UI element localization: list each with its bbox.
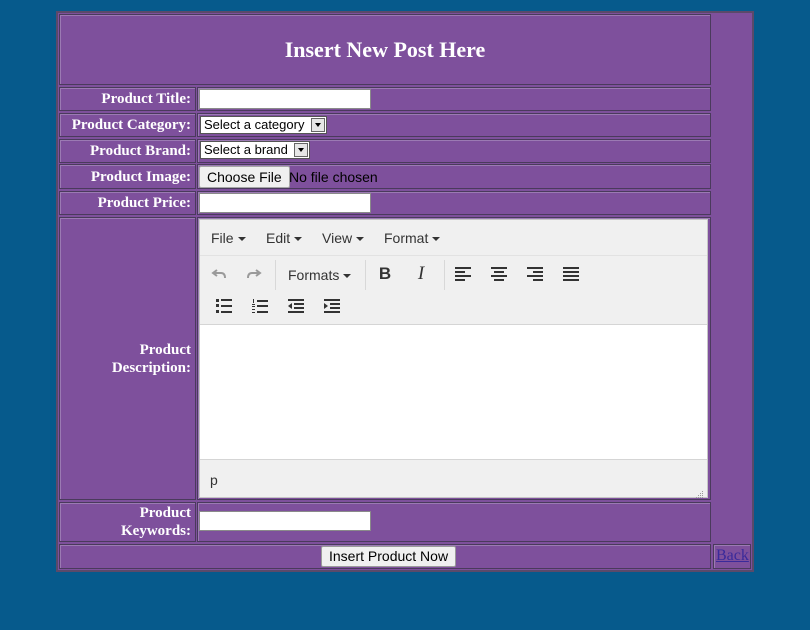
insert-product-button[interactable]: Insert Product Now xyxy=(321,546,457,567)
outdent-icon[interactable] xyxy=(284,294,308,318)
indent-icon[interactable] xyxy=(320,294,344,318)
caret-down-icon xyxy=(356,237,365,242)
category-select[interactable]: Select a category xyxy=(200,116,327,134)
product-brand-label: Product Brand: xyxy=(59,139,196,163)
redo-icon[interactable] xyxy=(242,262,266,286)
product-price-label: Product Price: xyxy=(59,191,196,215)
chevron-down-icon xyxy=(294,143,308,157)
product-category-label: Product Category: xyxy=(59,113,196,137)
menu-view[interactable]: View xyxy=(322,230,365,246)
align-justify-icon[interactable] xyxy=(559,262,583,286)
toolbar-separator xyxy=(275,260,276,290)
product-price-input[interactable] xyxy=(199,193,371,213)
menu-file[interactable]: File xyxy=(211,230,246,246)
rich-text-editor: File Edit View Format Formats B I p xyxy=(199,219,708,498)
formats-dropdown[interactable]: Formats xyxy=(288,267,352,283)
menu-format[interactable]: Format xyxy=(384,230,441,246)
chevron-down-icon xyxy=(311,118,325,132)
product-title-label: Product Title: xyxy=(59,87,196,111)
numbered-list-icon[interactable] xyxy=(248,294,272,318)
caret-down-icon xyxy=(432,237,441,242)
product-description-label: Product Description: xyxy=(59,217,196,500)
product-title-input[interactable] xyxy=(199,89,371,109)
file-status-text: No file chosen xyxy=(289,169,378,185)
resize-handle-icon[interactable] xyxy=(696,486,704,498)
bullet-list-icon[interactable] xyxy=(212,294,236,318)
caret-down-icon xyxy=(343,274,352,279)
toolbar-separator xyxy=(444,260,445,290)
toolbar-separator xyxy=(365,260,366,290)
product-image-label: Product Image: xyxy=(59,164,196,189)
back-link[interactable]: Back xyxy=(716,547,749,565)
align-center-icon[interactable] xyxy=(487,262,511,286)
editor-status-path: p xyxy=(210,472,218,488)
caret-down-icon xyxy=(294,237,303,242)
bold-icon[interactable]: B xyxy=(373,262,397,286)
page-title: Insert New Post Here xyxy=(284,36,486,62)
editor-menubar: File Edit View Format xyxy=(200,220,707,256)
align-left-icon[interactable] xyxy=(451,262,475,286)
form-heading-cell: Insert New Post Here xyxy=(59,14,711,85)
italic-icon[interactable]: I xyxy=(409,262,433,286)
editor-content-area[interactable] xyxy=(200,324,707,460)
undo-icon[interactable] xyxy=(207,262,231,286)
brand-select[interactable]: Select a brand xyxy=(200,141,310,159)
caret-down-icon xyxy=(237,237,246,242)
product-keywords-input[interactable] xyxy=(199,511,371,531)
align-right-icon[interactable] xyxy=(523,262,547,286)
choose-file-button[interactable]: Choose File xyxy=(199,166,290,188)
product-keywords-label: Product Keywords: xyxy=(59,502,196,542)
menu-edit[interactable]: Edit xyxy=(266,230,303,246)
